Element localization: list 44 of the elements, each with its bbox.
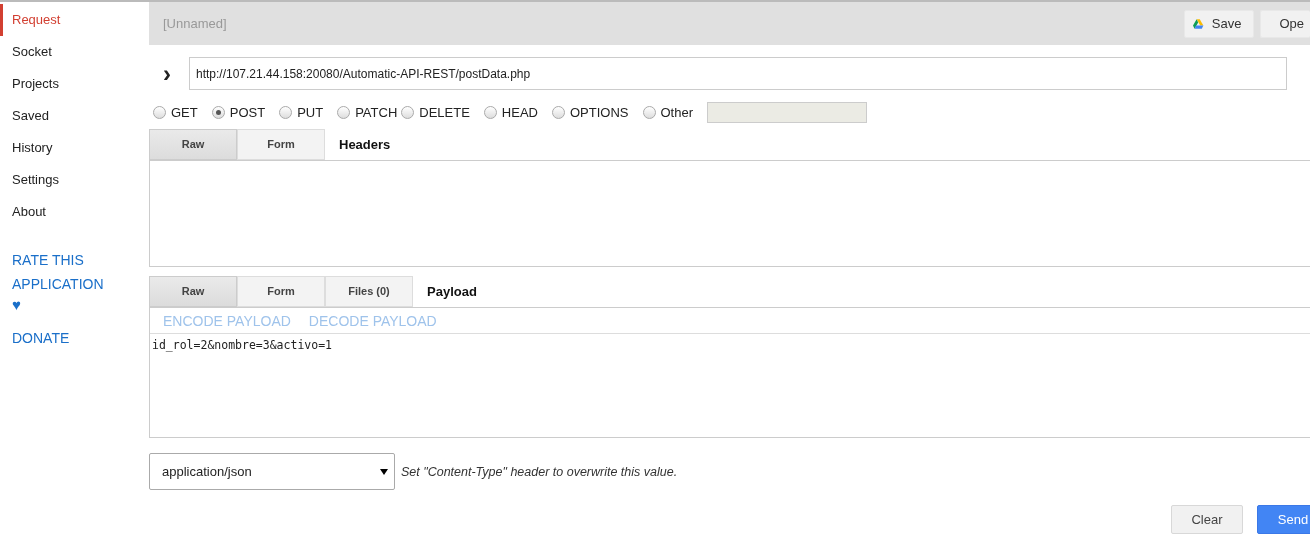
content-type-select[interactable]: application/json (149, 453, 395, 490)
method-label: Other (660, 104, 693, 120)
expand-toggle[interactable]: › (163, 58, 189, 89)
radio-button[interactable] (401, 105, 415, 119)
send-button[interactable]: Send (1257, 505, 1310, 534)
method-label: POST (229, 104, 266, 120)
section-title: Headers (339, 137, 391, 152)
clear-button[interactable]: Clear (1171, 505, 1243, 534)
tab[interactable]: Files (0) (325, 276, 413, 307)
heart-icon[interactable]: ♥ (12, 296, 21, 314)
sidebar-item[interactable]: Saved (0, 100, 149, 132)
sidebar-link[interactable]: RATE THIS APPLICATION (12, 248, 122, 296)
radio-button[interactable] (153, 105, 166, 119)
open-button[interactable]: Ope (1260, 9, 1310, 38)
sidebar-item[interactable]: History (0, 132, 149, 164)
tab[interactable]: Form (237, 129, 325, 160)
method-label: DELETE (419, 104, 470, 120)
radio-button[interactable] (279, 105, 293, 119)
payload-text: id_rol=2&nombre=3&activo=1 (152, 338, 332, 352)
caret-icon (380, 468, 388, 475)
method-label: HEAD (501, 104, 538, 120)
sidebar-item[interactable]: Socket (0, 36, 149, 68)
save-button[interactable]: Save (1184, 9, 1255, 38)
radio-button[interactable] (552, 105, 565, 119)
method-label: OPTIONS (570, 104, 629, 120)
sidebar-link[interactable]: DONATE (12, 326, 122, 350)
tab[interactable]: Raw (149, 276, 237, 307)
other-method-field[interactable] (707, 101, 867, 123)
sidebar-item[interactable]: Projects (0, 68, 149, 100)
radio-button[interactable] (211, 105, 225, 119)
request-name: [Unnamed] (163, 16, 227, 31)
section-title: Payload (427, 284, 477, 299)
tab[interactable]: Form (237, 276, 325, 307)
radio-button[interactable] (642, 105, 656, 119)
radio-button[interactable] (337, 105, 351, 119)
method-label: PATCH (355, 104, 398, 120)
sidebar-item[interactable]: Settings (0, 164, 149, 196)
sidebar-item[interactable]: About (0, 196, 149, 228)
hint-text: Set "Content-Type" header to overwrite this value. (401, 464, 678, 479)
method-label: GET (171, 104, 198, 120)
method-label: PUT (297, 104, 324, 120)
tab[interactable]: Raw (149, 129, 237, 160)
url-field[interactable]: http://107.21.44.158:20080/Automatic-API-REST/postData.php (189, 57, 1287, 90)
radio-button[interactable] (483, 105, 497, 119)
